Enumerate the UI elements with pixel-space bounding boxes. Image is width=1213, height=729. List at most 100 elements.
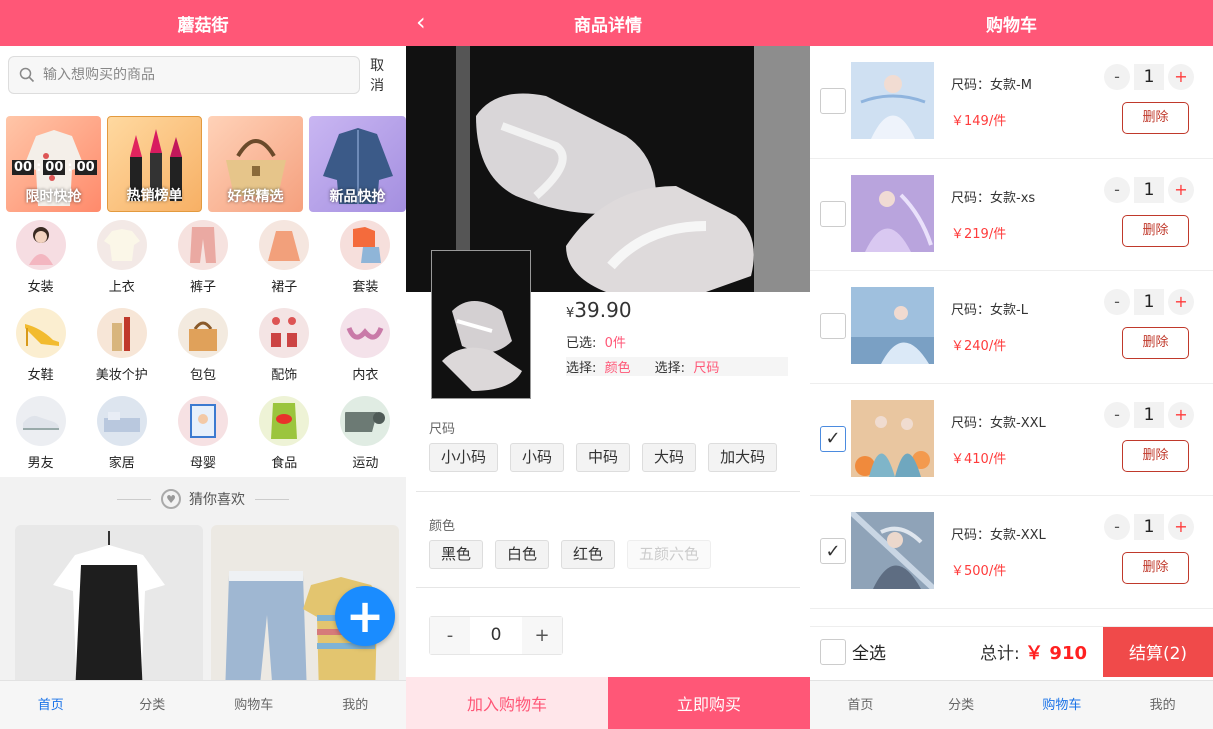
- bag-icon: [177, 308, 228, 358]
- decrease-button[interactable]: -: [430, 617, 470, 654]
- category-item[interactable]: 裙子: [244, 216, 325, 300]
- category-item[interactable]: 运动: [325, 392, 406, 476]
- add-to-cart-button[interactable]: 加入购物车: [406, 677, 608, 729]
- increase-button[interactable]: +: [522, 617, 562, 654]
- item-size: 尺码：女款-L: [951, 303, 1028, 318]
- category-item[interactable]: 美妆个护: [81, 304, 162, 388]
- color-option-disabled: 五颜六色: [627, 540, 712, 569]
- search-box[interactable]: [8, 56, 361, 94]
- tab-category[interactable]: 分类: [102, 681, 204, 729]
- size-option[interactable]: 小小码: [429, 443, 499, 472]
- buy-now-button[interactable]: 立即购买: [608, 677, 810, 729]
- women-clothing-icon: [15, 220, 66, 270]
- delete-button[interactable]: 删除: [1122, 214, 1189, 247]
- size-option[interactable]: 加大码: [708, 443, 778, 472]
- size-section: 尺码 小小码 小码 中码 大码 加大码: [406, 418, 810, 472]
- item-quantity: -1 +: [1104, 64, 1194, 90]
- tab-category[interactable]: 分类: [911, 681, 1012, 729]
- increase-button[interactable]: +: [1168, 64, 1194, 90]
- decrease-button[interactable]: -: [1104, 176, 1130, 203]
- item-checkbox[interactable]: [820, 88, 846, 114]
- size-option[interactable]: 大码: [642, 443, 697, 472]
- decrease-button[interactable]: -: [1104, 514, 1130, 540]
- delete-button[interactable]: 删除: [1122, 552, 1189, 584]
- product-info: ¥39.90 已选: 0件 选择: 颜色 选择: 尺码: [566, 298, 788, 376]
- buy-bar: 加入购物车 立即购买: [406, 677, 810, 729]
- size-option[interactable]: 小码: [510, 443, 565, 472]
- home-screen: 蘑菇街 取消 00: 00: 00 限时快抢 热销榜单 好货精选: [0, 0, 406, 729]
- category-item[interactable]: 母婴: [162, 392, 243, 476]
- product-card[interactable]: [15, 525, 203, 695]
- checkout-button[interactable]: 结算(2): [1103, 626, 1213, 677]
- cart-screen: 购物车 尺码：女款-M ￥149/件 -1 + 删除 尺码：女款-xs ￥219/…: [810, 0, 1213, 729]
- category-item[interactable]: 套装: [325, 216, 406, 300]
- delete-button[interactable]: 删除: [1122, 102, 1189, 134]
- banner-flash-sale[interactable]: 00: 00: 00 限时快抢: [6, 116, 101, 212]
- increase-button[interactable]: +: [1168, 289, 1194, 315]
- decrease-button[interactable]: -: [1104, 289, 1130, 315]
- delete-button[interactable]: 删除: [1122, 327, 1189, 359]
- size-option[interactable]: 中码: [576, 443, 631, 472]
- tab-home[interactable]: 首页: [810, 681, 911, 729]
- cart-item: ✓ 尺码：女款-XXL ￥410/件 -1 + 删除: [810, 384, 1213, 496]
- tab-profile[interactable]: 我的: [1112, 681, 1213, 729]
- category-item[interactable]: 内衣: [325, 304, 406, 388]
- item-checkbox[interactable]: [820, 313, 846, 339]
- banner-label: 好货精选: [227, 189, 284, 205]
- decrease-button[interactable]: -: [1104, 401, 1130, 428]
- delete-button[interactable]: 删除: [1122, 439, 1189, 472]
- category-item[interactable]: 上衣: [81, 216, 162, 300]
- cancel-button[interactable]: 取消: [370, 55, 398, 95]
- search-row: 取消: [0, 46, 406, 104]
- search-icon: [19, 67, 35, 83]
- search-input[interactable]: [43, 67, 333, 83]
- banner-label: 新品快抢: [329, 189, 386, 205]
- color-option[interactable]: 黑色: [429, 540, 484, 569]
- heels-icon: [15, 308, 66, 358]
- item-checkbox[interactable]: [820, 200, 846, 227]
- banner-good-picks[interactable]: 好货精选: [208, 116, 304, 212]
- category-item[interactable]: 女装: [0, 216, 81, 300]
- category-item[interactable]: 男友: [0, 392, 81, 476]
- increase-button[interactable]: +: [1168, 514, 1194, 540]
- color-section: 颜色 黑色 白色 红色 五颜六色: [406, 515, 810, 569]
- banner-best-sellers[interactable]: 热销榜单: [107, 116, 203, 212]
- tab-profile[interactable]: 我的: [305, 681, 407, 729]
- product-thumbnail: [431, 250, 531, 399]
- category-item[interactable]: 家居: [81, 392, 162, 476]
- category-item[interactable]: 女鞋: [0, 304, 81, 388]
- tab-home[interactable]: 首页: [0, 681, 102, 729]
- increase-button[interactable]: +: [1168, 176, 1194, 203]
- select-all-checkbox[interactable]: [820, 638, 846, 665]
- cart-item: ✓ 尺码：女款-XXL ￥500/件 -1 + 删除: [810, 496, 1213, 609]
- size-options: 小小码 小码 中码 大码 加大码: [406, 443, 810, 472]
- pants-icon: [177, 220, 228, 270]
- color-option[interactable]: 白色: [495, 540, 550, 569]
- item-size: 尺码：女款-XXL: [951, 415, 1046, 431]
- item-size: 尺码：女款-xs: [951, 190, 1036, 206]
- item-price: ￥149/件: [951, 114, 1007, 129]
- decrease-button[interactable]: -: [1104, 64, 1130, 90]
- item-checkbox-checked[interactable]: ✓: [820, 538, 846, 564]
- item-price: ￥410/件: [951, 451, 1007, 467]
- quantity-section: - 0 +: [406, 616, 810, 655]
- add-fab-button[interactable]: +: [335, 586, 395, 646]
- category-item[interactable]: 包包: [162, 304, 243, 388]
- color-option[interactable]: 红色: [561, 540, 616, 569]
- banner-new-arrivals[interactable]: 新品快抢: [309, 116, 406, 212]
- category-item[interactable]: 食品: [244, 392, 325, 476]
- checkmark-icon: ✓: [825, 540, 841, 562]
- cart-item: 尺码：女款-M ￥149/件 -1 + 删除: [810, 46, 1213, 159]
- item-checkbox-checked[interactable]: ✓: [820, 425, 846, 452]
- lingerie-icon: [340, 308, 391, 358]
- category-item[interactable]: 配饰: [244, 304, 325, 388]
- back-icon[interactable]: ‹: [416, 8, 426, 36]
- earrings-icon: [259, 308, 310, 358]
- tab-cart[interactable]: 购物车: [1012, 681, 1113, 729]
- app-title: 蘑菇街: [177, 15, 229, 36]
- increase-button[interactable]: +: [1168, 401, 1194, 428]
- tab-cart[interactable]: 购物车: [203, 681, 305, 729]
- quantity-stepper[interactable]: - 0 +: [429, 616, 563, 655]
- item-price: ￥500/件: [951, 564, 1007, 579]
- category-item[interactable]: 裤子: [162, 216, 243, 300]
